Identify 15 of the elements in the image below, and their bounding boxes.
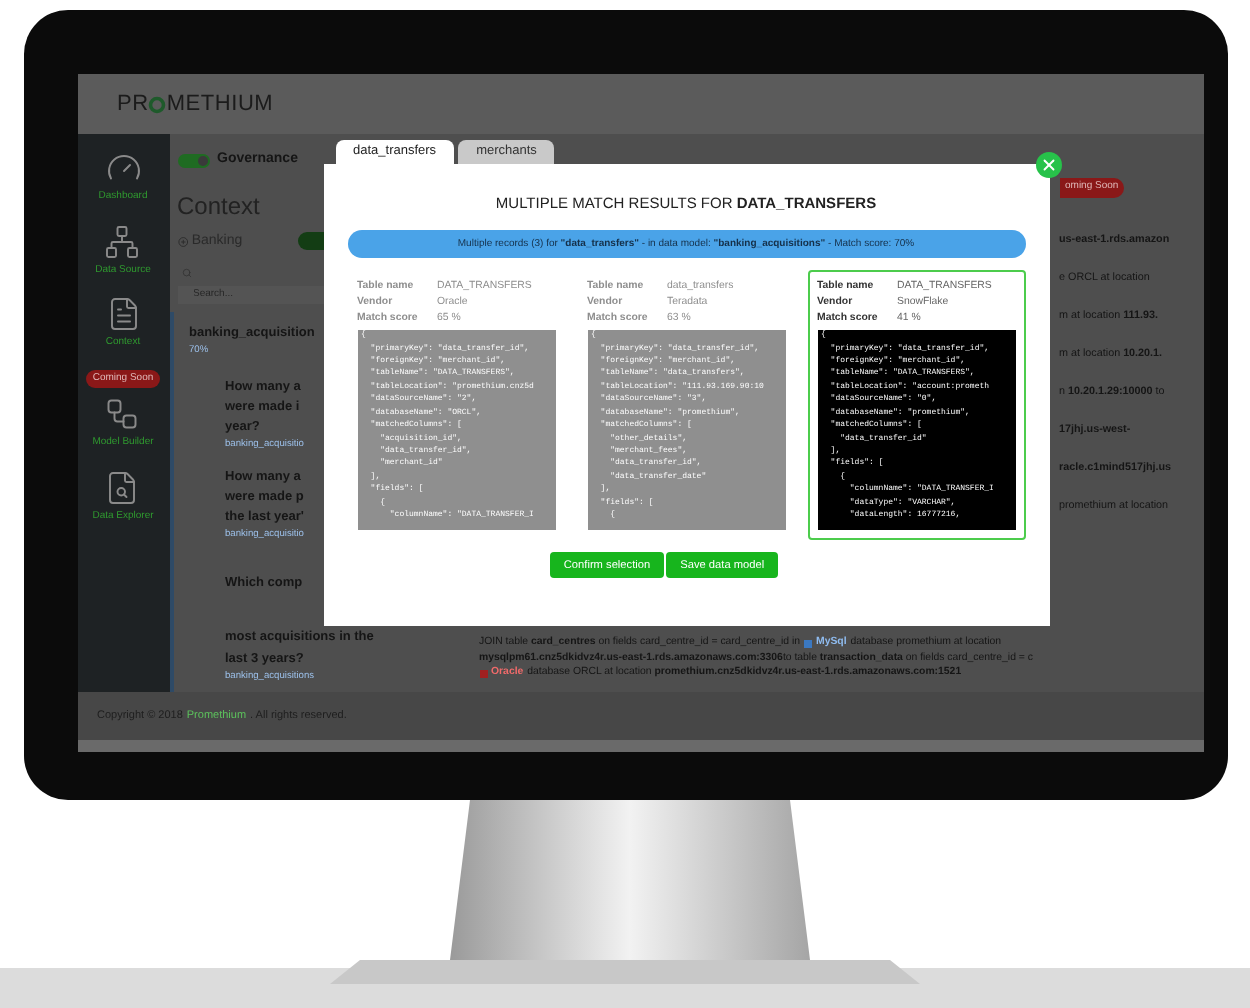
flow-icon <box>104 396 141 432</box>
oracle-icon <box>479 669 487 678</box>
logo-ring-icon <box>148 95 167 113</box>
mysql-icon <box>804 639 812 648</box>
document-icon <box>105 296 141 332</box>
network-icon <box>104 223 141 259</box>
add-icon <box>177 235 188 248</box>
search-icon <box>181 268 191 278</box>
close-icon <box>1039 156 1057 174</box>
logo-text: PR <box>117 89 149 120</box>
close-button[interactable] <box>1035 152 1061 178</box>
document-search-icon <box>104 469 141 505</box>
governance-toggle[interactable] <box>177 153 209 168</box>
logo-text: METHIUM <box>166 89 274 120</box>
candidate-card[interactable] <box>807 270 1025 541</box>
